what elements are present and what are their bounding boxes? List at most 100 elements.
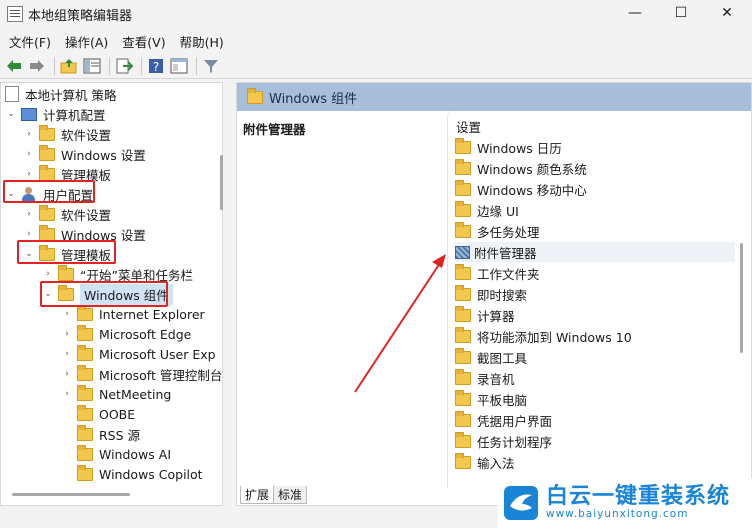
list-item[interactable]: 将功能添加到 Windows 10 [455, 326, 735, 346]
filter-button[interactable] [201, 56, 221, 76]
tree-horizontal-scrollbar[interactable] [12, 493, 130, 496]
list-item[interactable]: 边缘 UI [455, 200, 735, 220]
list-item[interactable]: 即时搜索 [455, 284, 735, 304]
close-button[interactable]: ✕ [704, 0, 750, 26]
tree-item-microsoft-user-exp[interactable]: › Microsoft User Exp [61, 344, 216, 364]
folder-icon [77, 464, 93, 481]
toolbar-separator [109, 56, 110, 75]
list-item[interactable]: 工作文件夹 [455, 263, 735, 283]
list-item[interactable]: Windows 移动中心 [455, 179, 735, 199]
tree-item-netmeeting[interactable]: › NetMeeting [61, 384, 171, 404]
column-header-setting[interactable]: 设置 [456, 117, 481, 136]
folder-icon [247, 87, 263, 104]
tree-item-rss[interactable]: RSS 源 [77, 424, 140, 444]
chevron-right-icon[interactable]: › [61, 328, 73, 340]
chevron-right-icon[interactable]: › [23, 208, 35, 220]
list-item-label: 将功能添加到 Windows 10 [477, 329, 632, 345]
chevron-right-icon[interactable]: › [23, 128, 35, 140]
show-hide-tree-button[interactable] [82, 56, 102, 76]
list-item[interactable]: 截图工具 [455, 347, 735, 367]
maximize-button[interactable]: ☐ [658, 0, 704, 26]
tree-item-root[interactable]: 本地计算机 策略 [5, 84, 116, 104]
chevron-right-icon[interactable]: › [23, 228, 35, 240]
list-item-attachment-manager[interactable]: 附件管理器 [455, 242, 735, 262]
settings-list[interactable]: 设置 Windows 日历 Windows 颜色系统 Windows 移动中心 … [447, 111, 751, 489]
policy-setting-icon [455, 245, 470, 259]
policy-editor-app-icon [7, 6, 23, 22]
up-level-button[interactable] [59, 56, 79, 76]
folder-icon [39, 124, 55, 141]
tree-item-computer-config[interactable]: ⌄ 计算机配置 [5, 104, 106, 124]
list-item[interactable]: 多任务处理 [455, 221, 735, 241]
tree-item-label: Internet Explorer [99, 306, 205, 322]
chevron-right-icon[interactable]: › [42, 268, 54, 280]
chevron-right-icon[interactable]: › [61, 388, 73, 400]
menu-help[interactable]: 帮助(H) [175, 32, 229, 51]
tree-item-windows-ai[interactable]: Windows AI [77, 444, 171, 464]
chevron-right-icon[interactable]: › [23, 168, 35, 180]
up-folder-icon [60, 58, 77, 73]
tree-item-label: NetMeeting [99, 386, 172, 402]
menu-file[interactable]: 文件(F) [4, 32, 56, 51]
menu-action[interactable]: 操作(A) [60, 32, 113, 51]
tree-item-label: Microsoft Edge [99, 326, 192, 342]
folder-icon [455, 179, 471, 196]
list-item[interactable]: 凭据用户界面 [455, 410, 735, 430]
list-item[interactable]: 输入法 [455, 452, 735, 472]
back-button[interactable] [4, 56, 24, 76]
tree-item-oobe[interactable]: OOBE [77, 404, 135, 424]
tree-item-label: Windows 设置 [61, 147, 146, 163]
folder-icon [39, 144, 55, 161]
list-item[interactable]: 任务计划程序 [455, 431, 735, 451]
chevron-right-icon[interactable]: › [61, 308, 73, 320]
list-item[interactable]: 录音机 [455, 368, 735, 388]
minimize-button[interactable]: — [612, 0, 658, 26]
folder-icon [39, 224, 55, 241]
toolbar-separator [141, 56, 142, 75]
folder-icon [39, 164, 55, 181]
properties-icon [83, 58, 101, 73]
folder-icon [455, 221, 471, 238]
details-header-title: Windows 组件 [269, 91, 358, 107]
export-icon [116, 58, 133, 73]
list-item-label: 录音机 [477, 371, 515, 387]
settings-vertical-scrollbar[interactable] [740, 243, 743, 353]
list-item-label: 凭据用户界面 [477, 413, 553, 429]
list-item-label: 计算器 [477, 308, 515, 324]
folder-icon [77, 384, 93, 401]
tree-item-microsoft-edge[interactable]: › Microsoft Edge [61, 324, 191, 344]
tab-extended[interactable]: 扩展 [240, 486, 275, 504]
list-item-label: 附件管理器 [474, 245, 537, 261]
tree-item-mmc[interactable]: › Microsoft 管理控制台 [61, 364, 222, 384]
tree-item-windows-settings[interactable]: › Windows 设置 [23, 144, 146, 164]
description-title: 附件管理器 [243, 122, 306, 137]
tree-item-software-settings[interactable]: › 软件设置 [23, 124, 111, 144]
list-item-label: Windows 颜色系统 [477, 161, 587, 177]
folder-icon [455, 137, 471, 154]
window-title: 本地组策略编辑器 [28, 9, 133, 24]
help-button[interactable]: ? [146, 56, 166, 76]
forward-button[interactable] [27, 56, 47, 76]
tree-item-software-settings[interactable]: › 软件设置 [23, 204, 111, 224]
tree-item-internet-explorer[interactable]: › Internet Explorer [61, 304, 205, 324]
tab-standard[interactable]: 标准 [273, 486, 308, 504]
folder-icon [455, 368, 471, 385]
list-item-label: 边缘 UI [477, 203, 519, 219]
list-item[interactable]: 平板电脑 [455, 389, 735, 409]
list-item[interactable]: Windows 日历 [455, 137, 735, 157]
tree-item-windows-copilot[interactable]: Windows Copilot [77, 464, 203, 484]
chevron-right-icon[interactable]: › [61, 348, 73, 360]
extended-view-button[interactable] [169, 56, 189, 76]
folder-icon [455, 326, 471, 343]
folder-icon [455, 347, 471, 364]
tree-vertical-scrollbar[interactable] [220, 155, 223, 210]
tree-item-label: 软件设置 [61, 127, 112, 143]
list-item[interactable]: Windows 颜色系统 [455, 158, 735, 178]
list-item[interactable]: 计算器 [455, 305, 735, 325]
forward-arrow-icon [30, 59, 44, 72]
export-list-button[interactable] [114, 56, 134, 76]
chevron-right-icon[interactable]: › [23, 148, 35, 160]
chevron-down-icon[interactable]: ⌄ [5, 108, 17, 120]
menu-view[interactable]: 查看(V) [117, 32, 170, 51]
chevron-right-icon[interactable]: › [61, 368, 73, 380]
